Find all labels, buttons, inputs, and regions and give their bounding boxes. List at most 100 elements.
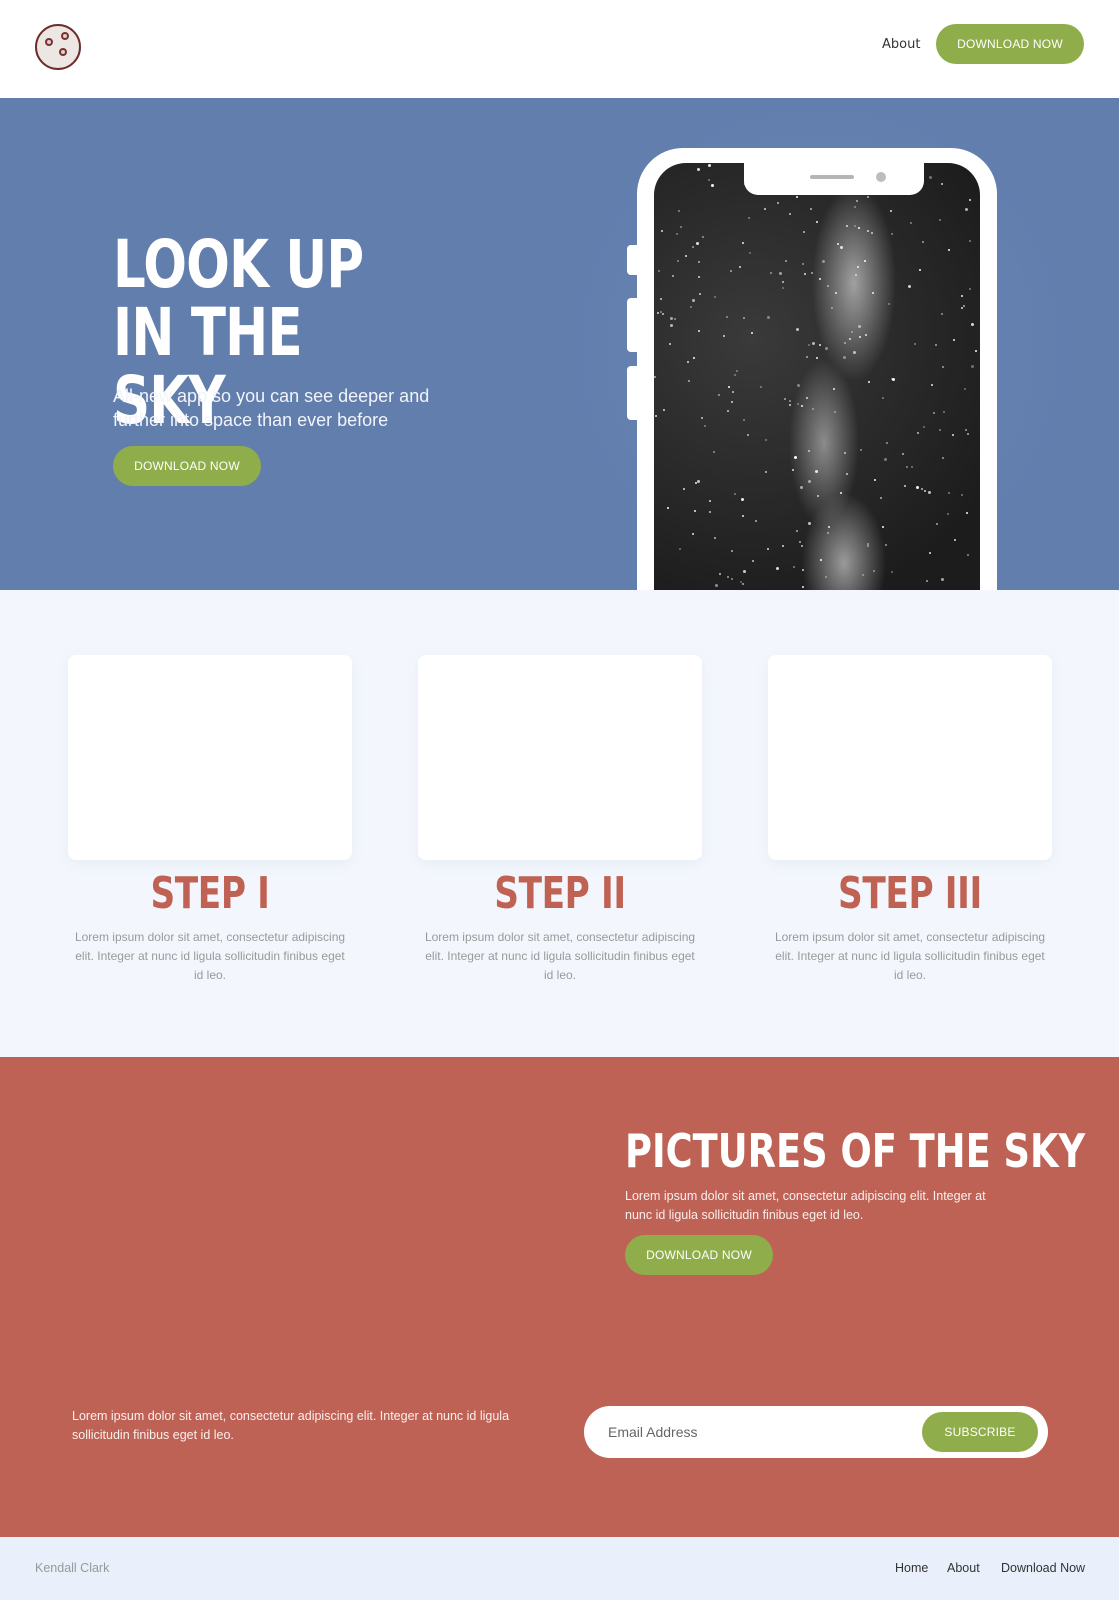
star-dot [731, 550, 733, 552]
star-dot [857, 266, 859, 268]
star-dot [670, 317, 673, 320]
star-dot [748, 217, 750, 219]
star-dot [948, 492, 950, 494]
star-dot [812, 408, 814, 410]
star-dot [835, 292, 837, 294]
star-dot [888, 303, 890, 305]
step-description: Lorem ipsum dolor sit amet, consectetur … [424, 930, 696, 982]
moon-logo-icon[interactable] [35, 24, 81, 70]
star-dot [751, 332, 753, 334]
star-dot [779, 272, 782, 275]
star-dot [767, 548, 769, 550]
star-dot [961, 163, 963, 165]
footer-link-about[interactable]: About [947, 1561, 980, 1575]
pictures-download-button[interactable]: DOWNLOAD NOW [625, 1235, 773, 1275]
star-dot [827, 285, 829, 287]
star-dot [941, 313, 943, 315]
star-dot [827, 532, 829, 534]
star-dot [802, 263, 804, 265]
pictures-section: PICTURES OF THE SKY Lorem ipsum dolor si… [0, 1057, 1119, 1537]
star-dot [661, 230, 663, 232]
star-dot [796, 328, 799, 331]
star-dot [784, 398, 786, 400]
star-dot [965, 208, 968, 211]
subscribe-button[interactable]: SUBSCRIBE [922, 1412, 1038, 1452]
star-dot [817, 495, 819, 497]
footer-author: Kendall Clark [35, 1561, 110, 1575]
star-dot [922, 241, 924, 243]
star-dot [884, 458, 887, 461]
star-dot [806, 397, 808, 399]
star-dot [690, 306, 692, 308]
star-dot [910, 222, 912, 224]
star-dot [943, 411, 945, 413]
star-dot [782, 545, 784, 547]
email-input[interactable] [608, 1418, 908, 1446]
star-dot [844, 342, 846, 344]
star-dot [747, 434, 749, 436]
crater-dot [61, 32, 69, 40]
star-dot [971, 365, 974, 368]
star-dot [670, 324, 673, 327]
star-dot [833, 388, 835, 390]
star-dot [961, 307, 963, 309]
star-dot [882, 526, 884, 528]
nav-about-link[interactable]: About [882, 37, 920, 52]
star-dot [854, 206, 856, 208]
star-dot [947, 513, 949, 515]
star-dot [882, 397, 884, 399]
star-dot [916, 486, 919, 489]
star-dot [714, 537, 716, 539]
star-dot [694, 510, 696, 512]
star-dot [961, 295, 963, 297]
star-dot [919, 269, 921, 271]
star-dot [801, 405, 803, 407]
star-dot [723, 335, 725, 337]
step-image-card [68, 655, 352, 860]
star-dot [693, 357, 695, 359]
star-dot [921, 488, 923, 490]
star-dot [815, 470, 818, 473]
star-dot [942, 457, 944, 459]
footer-link-download[interactable]: Download Now [1001, 1561, 1085, 1575]
star-dot [739, 266, 741, 268]
star-dot [906, 466, 908, 468]
step-description: Lorem ipsum dolor sit amet, consectetur … [774, 930, 1046, 982]
star-dot [804, 273, 806, 275]
star-dot [782, 281, 784, 283]
camera-icon [876, 172, 886, 182]
star-dot [873, 570, 875, 572]
star-dot [727, 576, 729, 578]
star-dot [846, 473, 848, 475]
star-dot [743, 419, 745, 421]
star-dot [954, 539, 956, 541]
star-dot [711, 184, 714, 187]
star-dot [741, 498, 744, 501]
header-download-button[interactable]: DOWNLOAD NOW [936, 24, 1084, 64]
star-dot [687, 361, 689, 363]
star-dot [714, 296, 716, 298]
star-dot [816, 357, 818, 359]
star-dot [858, 325, 861, 328]
star-dot [952, 434, 954, 436]
star-dot [683, 488, 685, 490]
hero-subtitle: All-new app so you can see deeper and fu… [113, 386, 430, 430]
star-dot [680, 226, 682, 228]
star-dot [880, 497, 882, 499]
hero-download-button[interactable]: DOWNLOAD NOW [113, 446, 261, 486]
star-dot [696, 242, 699, 245]
star-dot [808, 344, 810, 346]
star-dot [808, 480, 811, 483]
star-dot [868, 381, 870, 383]
site-footer: Kendall Clark Home About Download Now [0, 1537, 1119, 1600]
star-dot [777, 202, 779, 204]
star-dot [797, 384, 800, 387]
footer-link-home[interactable]: Home [895, 1561, 928, 1575]
star-dot [902, 453, 904, 455]
newsletter-description: Lorem ipsum dolor sit amet, consectetur … [72, 1409, 510, 1442]
step-image-card [418, 655, 702, 860]
star-dot [969, 288, 971, 290]
star-dot [931, 384, 933, 386]
star-dot [802, 569, 804, 571]
crater-dot [59, 48, 67, 56]
